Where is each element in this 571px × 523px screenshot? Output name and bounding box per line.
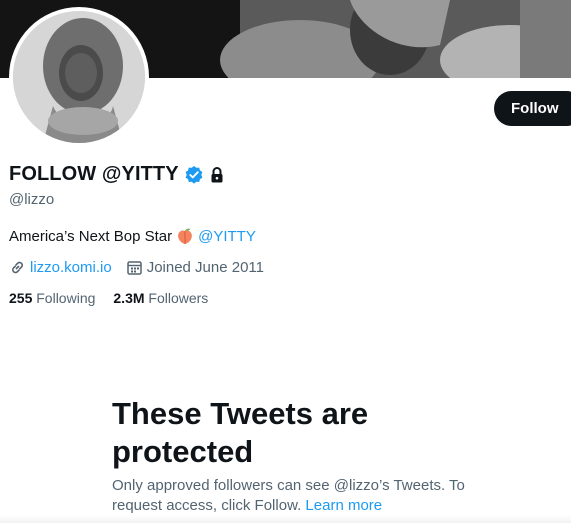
- peach-emoji-icon: [176, 227, 194, 245]
- learn-more-link[interactable]: Learn more: [305, 497, 382, 514]
- profile-page: Follow FOLLOW @YITTY @lizzo America’s Ne…: [0, 0, 571, 523]
- lock-icon: [209, 166, 225, 184]
- avatar-photo: [13, 11, 145, 143]
- following-label: Following: [36, 290, 96, 306]
- website-item: lizzo.komi.io: [9, 259, 112, 276]
- followers-count: 2.3M: [113, 290, 145, 306]
- display-name: FOLLOW @YITTY: [9, 163, 179, 185]
- bio-text: America’s Next Bop Star: [9, 227, 173, 245]
- profile-avatar[interactable]: [9, 7, 149, 147]
- profile-bio: America’s Next Bop Star @YITTY: [9, 227, 256, 245]
- profile-meta: lizzo.komi.io Joined June 2011: [9, 259, 278, 276]
- protected-title: These Tweets are protected: [112, 396, 369, 469]
- joined-date: Joined June 2011: [146, 259, 265, 276]
- website-link[interactable]: lizzo.komi.io: [30, 259, 112, 276]
- protected-description: Only approved followers can see @lizzo’s…: [112, 476, 492, 516]
- following-count: 255: [9, 290, 33, 306]
- bio-mention-link[interactable]: @YITTY: [198, 228, 256, 245]
- follow-button[interactable]: Follow: [494, 91, 571, 126]
- followers-label: Followers: [148, 290, 209, 306]
- following-stat[interactable]: 255 Following: [9, 290, 95, 306]
- verified-badge-icon[interactable]: [184, 165, 204, 185]
- profile-name-row: FOLLOW @YITTY: [9, 163, 225, 186]
- joined-item: Joined June 2011: [126, 259, 264, 276]
- profile-handle: @lizzo: [9, 191, 55, 208]
- profile-stats: 255 Following 2.3M Followers: [9, 290, 226, 306]
- protected-description-text: Only approved followers can see @lizzo’s…: [112, 477, 465, 514]
- link-icon: [9, 259, 26, 276]
- bottom-divider: [0, 515, 571, 523]
- followers-stat[interactable]: 2.3M Followers: [113, 290, 208, 306]
- calendar-icon: [126, 259, 143, 276]
